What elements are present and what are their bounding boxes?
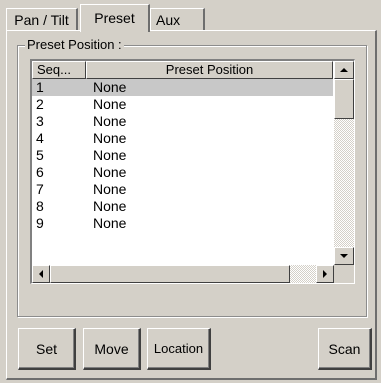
list-item-position: None [93,181,127,197]
list-item[interactable]: 8 None [32,198,333,215]
scrollbar-corner [334,265,354,283]
scan-button[interactable]: Scan [318,328,372,370]
list-item-seq: 2 [36,96,44,112]
list-item[interactable]: 1 None [32,79,333,96]
scroll-left-button[interactable] [32,265,50,283]
horizontal-scrollbar[interactable] [32,265,334,283]
scan-button-label: Scan [328,340,361,357]
list-item-seq: 7 [36,181,44,197]
preset-position-group: Preset Position : Seq... Preset Position… [17,37,367,317]
vertical-scrollbar[interactable] [334,61,354,265]
list-item[interactable]: 9 None [32,215,333,232]
tab-preset-label: Preset [94,9,135,26]
list-item-seq: 1 [36,79,44,95]
list-item[interactable]: 5 None [32,147,333,164]
list-item-seq: 6 [36,164,44,180]
scroll-up-button[interactable] [334,61,354,79]
tab-pan-tilt-label: Pan / Tilt [14,12,69,28]
arrow-left-icon [39,270,43,278]
horizontal-scroll-thumb[interactable] [50,265,290,283]
list-item[interactable]: 4 None [32,130,333,147]
arrow-right-icon [323,270,327,278]
location-button-label: Location [153,341,204,356]
list-item-position: None [93,113,127,129]
list-item-seq: 9 [36,215,44,231]
list-item-position: None [93,164,127,180]
list-item-seq: 3 [36,113,44,129]
preset-tab-panel: Preset Position : Seq... Preset Position… [6,30,377,380]
list-item-position: None [93,130,127,146]
list-header: Seq... Preset Position [32,61,333,79]
scroll-right-button[interactable] [316,265,334,283]
list-item-seq: 8 [36,198,44,214]
list-item-seq: 4 [36,130,44,146]
move-button-label: Move [94,340,129,357]
column-header-preset-position[interactable]: Preset Position [86,61,333,79]
tab-preset[interactable]: Preset [80,4,150,32]
list-item[interactable]: 2 None [32,96,333,113]
set-button-label: Set [35,340,57,357]
preset-list[interactable]: Seq... Preset Position 1 None 2 None 3 None 4 N… [30,59,355,284]
group-label: Preset Position : [25,37,124,52]
list-item-position: None [93,215,127,231]
tab-pan-tilt[interactable]: Pan / Tilt [6,8,78,31]
list-item[interactable]: 3 None [32,113,333,130]
arrow-up-icon [340,68,348,72]
list-item[interactable]: 7 None [32,181,333,198]
list-item-position: None [93,147,127,163]
location-button[interactable]: Location [147,328,211,370]
list-item-position: None [93,198,127,214]
set-button[interactable]: Set [18,328,76,370]
vertical-scroll-thumb[interactable] [334,79,354,119]
column-header-seq[interactable]: Seq... [32,61,86,79]
list-item-position: None [93,79,127,95]
list-item[interactable]: 6 None [32,164,333,181]
tab-aux-label: Aux [156,12,181,28]
list-item-seq: 5 [36,147,44,163]
scroll-down-button[interactable] [334,247,354,265]
arrow-down-icon [340,254,348,258]
list-item-position: None [93,96,127,112]
move-button[interactable]: Move [83,328,141,370]
tab-aux[interactable]: Aux [150,8,205,31]
list-rows: 1 None 2 None 3 None 4 None 5 None 6 None 7 None 8 None… [32,79,333,232]
